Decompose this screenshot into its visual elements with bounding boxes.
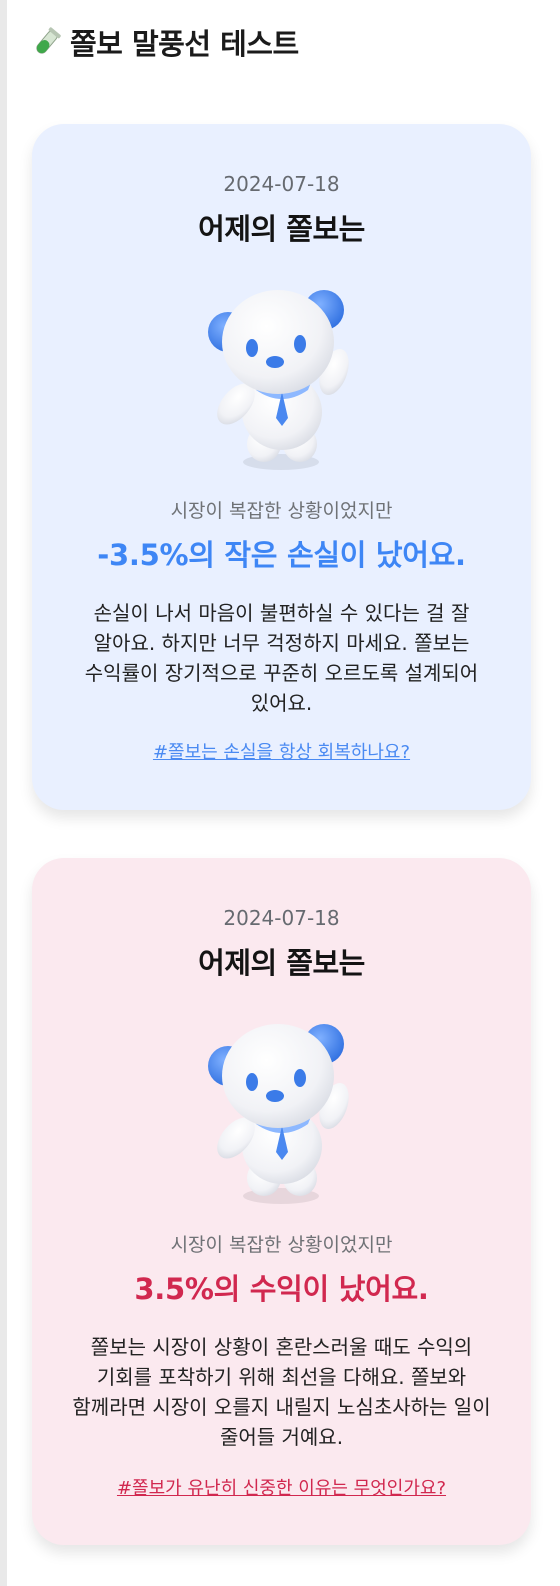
page-header: 쫄보 말풍선 테스트 [32,22,299,62]
card-result: -3.5%의 작은 손실이 났어요. [97,538,466,572]
loss-message-card: 2024-07-18 어제의 쫄보는 시장이 복잡한 상황이었지만 -3.5%의… [32,124,531,810]
bear-mascot-icon [208,290,355,470]
card-result: 3.5%의 수익이 났어요. [134,1272,429,1306]
card-heading: 어제의 쫄보는 [198,946,365,980]
card-date: 2024-07-18 [223,172,340,196]
faq-link[interactable]: #쫄보가 유난히 신중한 이유는 무엇인가요? [32,1474,531,1500]
page-title: 쫄보 말풍선 테스트 [70,27,299,61]
left-rail [0,0,7,1586]
test-tube-icon [32,27,62,57]
card-intro: 시장이 복잡한 상황이었지만 [170,1234,393,1256]
card-date: 2024-07-18 [223,906,340,930]
card-body: 쫄보는 시장이 상황이 혼란스러울 때도 수익의 기회를 포착하기 위해 최선을… [72,1335,491,1449]
card-intro: 시장이 복잡한 상황이었지만 [170,500,393,522]
gain-message-card: 2024-07-18 어제의 쫄보는 시장이 복잡한 상황이었지만 3.5%의 … [32,858,531,1545]
faq-link[interactable]: #쫄보는 손실을 항상 회복하나요? [32,738,531,764]
card-body: 손실이 나서 마음이 불편하실 수 있다는 걸 잘 알아요. 하지만 너무 걱정… [84,601,479,715]
bear-mascot-icon [208,1024,355,1204]
card-heading: 어제의 쫄보는 [198,212,365,246]
